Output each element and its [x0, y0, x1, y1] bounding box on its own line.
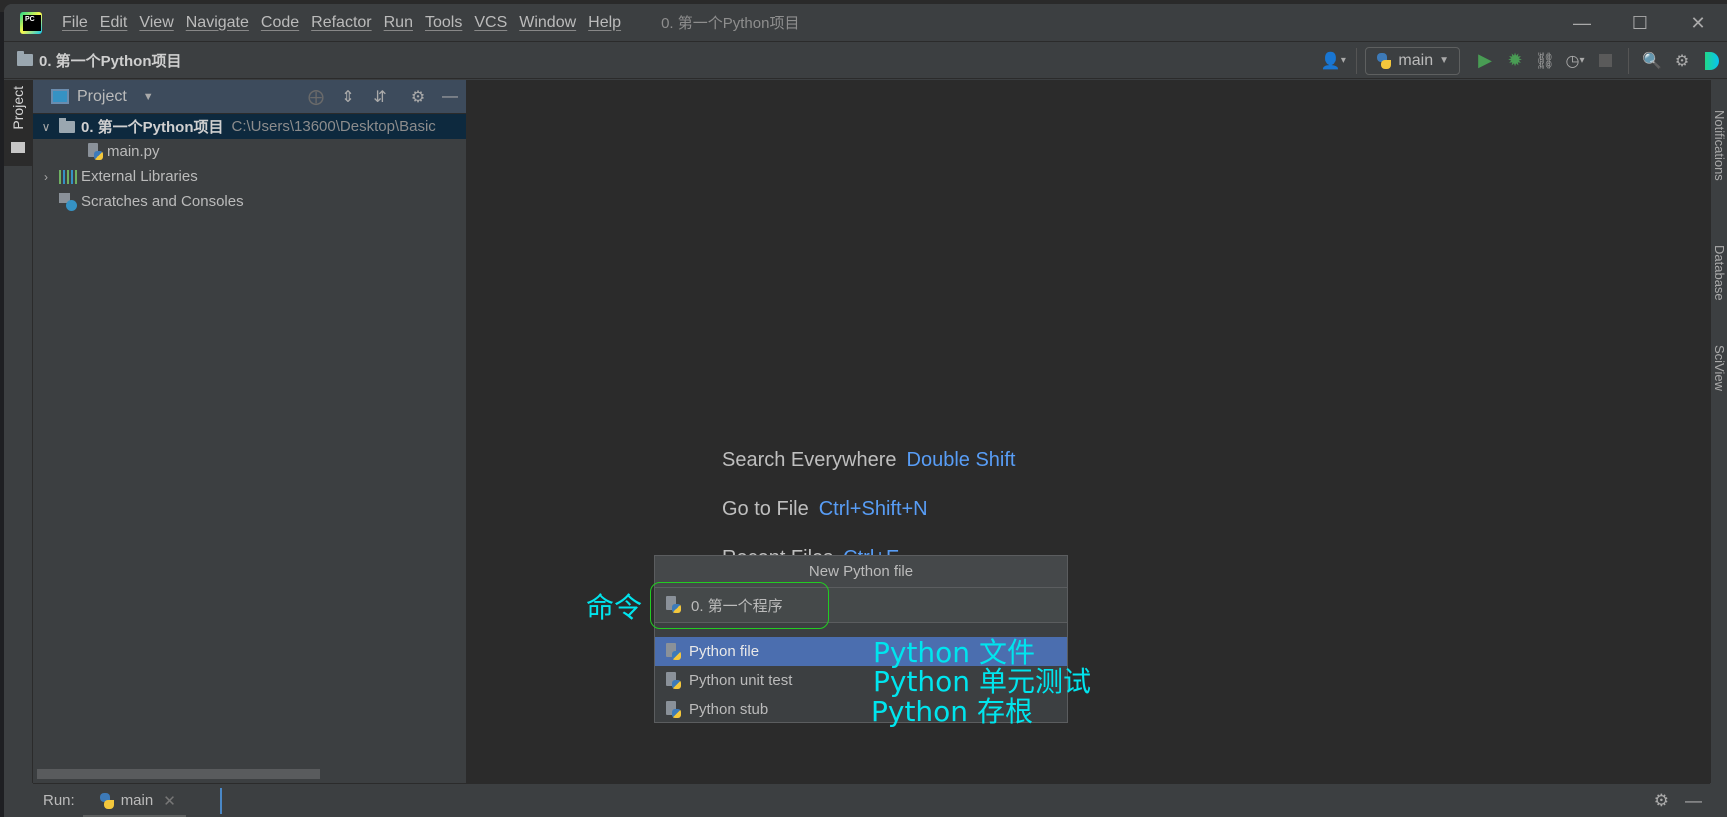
tree-item-label: 0. 第一个Python项目 — [81, 119, 224, 136]
run-configuration-select[interactable]: main ▼ — [1365, 46, 1460, 75]
python-icon — [99, 792, 115, 809]
main-menu: File Edit View Navigate Code Refactor Ru… — [56, 14, 627, 32]
toolbar-separator — [1356, 47, 1358, 74]
close-tab-icon[interactable]: ✕ — [163, 792, 176, 810]
hint-search-everywhere: Search Everywhere Double Shift — [722, 449, 1016, 472]
right-tool-strip: Notifications Database SciView — [1710, 80, 1727, 783]
tree-item-project-root[interactable]: ∨ 0. 第一个Python项目 C:\Users\13600\Desktop\… — [33, 114, 466, 139]
folder-icon — [59, 117, 75, 133]
tree-item-label: External Libraries — [81, 168, 198, 185]
tool-tab-notifications[interactable]: Notifications — [1712, 110, 1727, 181]
python-file-icon — [665, 671, 681, 690]
debug-button[interactable]: ✹ — [1500, 46, 1530, 76]
project-tree: ∨ 0. 第一个Python项目 C:\Users\13600\Desktop\… — [33, 114, 466, 214]
tree-item-external-libraries[interactable]: › External Libraries — [33, 164, 466, 189]
tool-tab-sciview[interactable]: SciView — [1712, 345, 1727, 391]
menu-tools[interactable]: Tools — [419, 14, 468, 32]
gear-icon[interactable]: ⚙ — [402, 80, 434, 114]
libraries-icon — [59, 169, 77, 184]
tool-tab-project-label: Project — [10, 86, 26, 130]
hint-label: Search Everywhere — [722, 449, 897, 471]
hint-shortcut: Ctrl+Shift+N — [818, 498, 928, 520]
menu-window[interactable]: Window — [513, 14, 582, 32]
hide-panel-icon[interactable]: — — [1685, 791, 1702, 811]
window-controls: — ☐ ✕ — [1553, 4, 1727, 42]
annotation-highlight-box — [650, 582, 829, 629]
minimize-button[interactable]: — — [1553, 4, 1611, 42]
tree-item-label: Scratches and Consoles — [81, 193, 244, 210]
menu-run[interactable]: Run — [378, 14, 419, 32]
hint-go-to-file: Go to File Ctrl+Shift+N — [722, 498, 928, 521]
python-file-icon — [665, 642, 681, 661]
run-tab-label: main — [120, 792, 154, 809]
settings-gear-icon[interactable]: ⚙ — [1667, 46, 1697, 76]
project-view-title[interactable]: Project — [77, 88, 127, 106]
tree-item-label: main.py — [107, 143, 160, 160]
menu-file[interactable]: File — [56, 14, 94, 32]
tool-tab-project[interactable]: Project — [4, 80, 32, 166]
hint-shortcut: Double Shift — [906, 449, 1016, 471]
python-icon — [1376, 52, 1392, 69]
run-button[interactable]: ▶ — [1470, 46, 1500, 76]
annotation-command: 命令 — [586, 591, 643, 624]
chevron-down-icon[interactable]: ▼ — [143, 91, 154, 103]
run-with-coverage-button[interactable]: ⛓ — [1530, 46, 1560, 76]
option-label: Python file — [689, 643, 760, 660]
hide-panel-icon[interactable]: — — [434, 80, 466, 114]
menu-edit[interactable]: Edit — [94, 14, 134, 32]
project-panel-tools: ⨁ ⇕ ⇵ ⚙ — — [300, 80, 466, 114]
tree-item-scratches[interactable]: Scratches and Consoles — [33, 189, 466, 214]
toolbar-right: 👤 ▾ main ▼ ▶ ✹ ⛓ ◷ ▾ 🔍 ⚙ — [1318, 42, 1727, 79]
text-caret — [219, 787, 222, 814]
scratches-icon — [59, 192, 77, 211]
collapse-all-icon[interactable]: ⇵ — [364, 80, 396, 114]
python-file-icon — [87, 142, 103, 161]
left-tool-strip: Project — [4, 80, 33, 783]
window-title: 0. 第一个Python项目 — [661, 15, 800, 32]
project-view-icon — [51, 89, 69, 104]
close-button[interactable]: ✕ — [1669, 4, 1727, 42]
run-config-label: main — [1398, 51, 1434, 69]
project-panel: Project ▼ ⨁ ⇕ ⇵ ⚙ — ∨ 0. 第一个Python项目 C:\… — [33, 80, 467, 783]
run-tool-bar: Run: main ✕ ⚙ — — [33, 783, 1710, 817]
python-file-icon — [665, 700, 681, 719]
folder-icon — [11, 142, 25, 153]
menu-code[interactable]: Code — [255, 14, 305, 32]
pycharm-logo-icon — [20, 11, 42, 34]
run-tab-main[interactable]: main ✕ — [82, 784, 186, 817]
chevron-right-icon[interactable]: › — [39, 170, 53, 184]
menu-view[interactable]: View — [133, 14, 179, 32]
option-label: Python stub — [689, 701, 769, 718]
run-panel-tools: ⚙ — — [1654, 784, 1702, 817]
menu-vcs[interactable]: VCS — [468, 14, 513, 32]
annotation-python-stub: Python 存根 — [871, 695, 1033, 728]
run-label: Run: — [43, 792, 75, 809]
folder-icon — [17, 51, 33, 66]
option-label: Python unit test — [689, 672, 793, 689]
menu-navigate[interactable]: Navigate — [180, 14, 255, 32]
expand-all-icon[interactable]: ⇕ — [332, 80, 364, 114]
menu-refactor[interactable]: Refactor — [305, 14, 377, 32]
profile-button[interactable]: ◷ ▾ — [1560, 46, 1590, 76]
breadcrumb-project[interactable]: 0. 第一个Python项目 — [39, 50, 182, 71]
tool-tab-database[interactable]: Database — [1712, 245, 1727, 301]
code-with-me-icon[interactable] — [1697, 46, 1727, 76]
hint-label: Go to File — [722, 498, 809, 520]
maximize-button[interactable]: ☐ — [1611, 4, 1669, 42]
gear-icon[interactable]: ⚙ — [1654, 791, 1669, 811]
menu-help[interactable]: Help — [582, 14, 627, 32]
stop-button[interactable] — [1590, 46, 1620, 76]
search-icon[interactable]: 🔍 — [1637, 46, 1667, 76]
tree-item-path: C:\Users\13600\Desktop\Basic — [231, 118, 436, 135]
toolbar-separator — [1628, 47, 1629, 74]
tree-item-main-py[interactable]: main.py — [33, 139, 466, 164]
user-account-icon[interactable]: 👤 ▾ — [1318, 46, 1348, 76]
title-bar: File Edit View Navigate Code Refactor Ru… — [4, 4, 1727, 42]
locate-file-icon[interactable]: ⨁ — [300, 80, 332, 114]
chevron-down-icon[interactable]: ∨ — [39, 120, 53, 134]
chevron-down-icon: ▼ — [1439, 55, 1449, 66]
project-panel-header: Project ▼ ⨁ ⇕ ⇵ ⚙ — — [33, 80, 466, 114]
navigation-bar: 0. 第一个Python项目 👤 ▾ main ▼ ▶ ✹ ⛓ ◷ ▾ 🔍 ⚙ — [4, 42, 1727, 79]
horizontal-scrollbar[interactable] — [37, 769, 320, 779]
